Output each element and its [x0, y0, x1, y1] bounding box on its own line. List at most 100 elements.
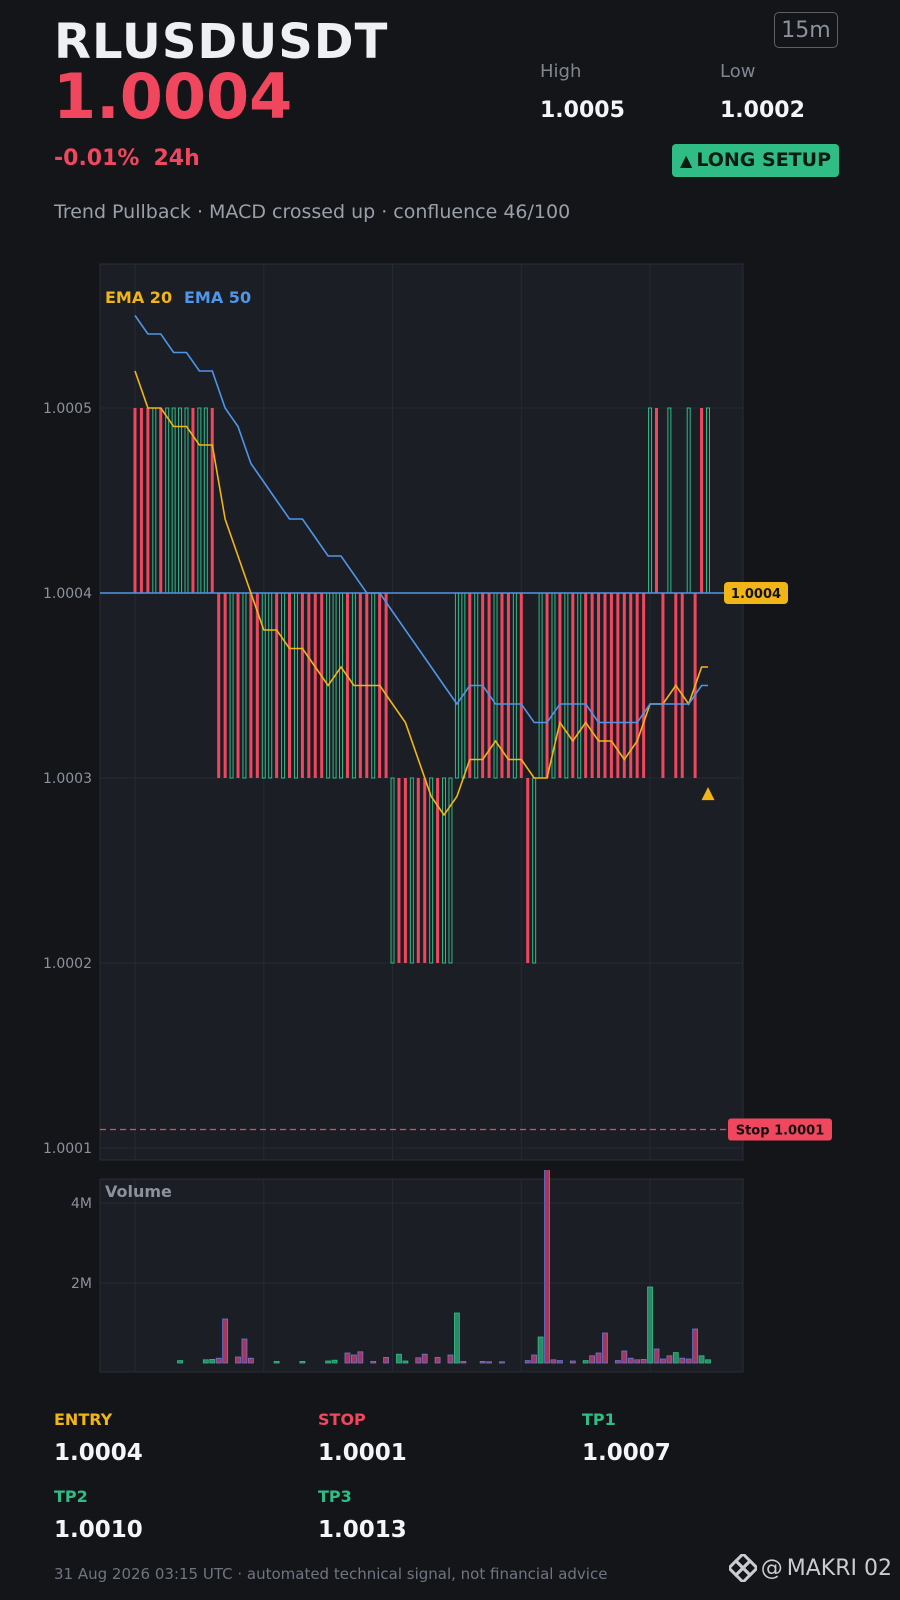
low-value: 1.0002 — [720, 98, 805, 123]
volume-bar-up — [705, 1359, 711, 1364]
price-tick-label: 1.0004 — [43, 586, 92, 602]
price-chart: 1.0001 1.0002 1.0003 1.0004 1.0005 1.0004 Sto… — [43, 263, 832, 1161]
candle-down — [255, 593, 259, 778]
volume-bar-up — [331, 1359, 338, 1364]
timeframe-badge[interactable]: 15m — [774, 12, 838, 48]
volume-bar-down — [383, 1356, 389, 1364]
candle-down — [397, 778, 401, 963]
volume-bar-down — [557, 1360, 563, 1364]
price-tick-label: 1.0003 — [43, 771, 92, 787]
footer-disclaimer: 31 Aug 2026 03:15 UTC · automated techni… — [54, 1565, 608, 1583]
volume-plot-background — [99, 1178, 744, 1373]
volume-tick-label: 4M — [71, 1196, 92, 1212]
volume-bar-down — [640, 1358, 647, 1364]
current-price: 1.0004 — [53, 60, 293, 133]
brand: @ MAKRI 02 — [728, 1554, 892, 1582]
volume-bar-down — [621, 1350, 628, 1364]
volume-bar-down — [666, 1355, 673, 1364]
candle-down — [642, 593, 646, 778]
candle-down — [217, 593, 221, 778]
change-percent: -0.01% — [54, 146, 140, 171]
legend-ema50: EMA 50 — [184, 288, 251, 307]
tp1-label: TP1 — [582, 1410, 616, 1429]
volume-bar-down — [460, 1360, 467, 1364]
volume-bar-down — [215, 1357, 222, 1364]
volume-bar-down — [344, 1352, 351, 1364]
volume-bar-down — [614, 1360, 621, 1364]
candle-down — [597, 593, 601, 778]
price-tick-label: 1.0005 — [43, 401, 92, 417]
volume-bar-down — [692, 1328, 699, 1364]
candle-down — [506, 593, 510, 778]
price-tick-label: 1.0001 — [43, 1141, 92, 1157]
volume-bar-down — [627, 1357, 634, 1364]
candle-down — [249, 593, 253, 778]
volume-bar-down — [235, 1356, 241, 1364]
candle-down — [159, 408, 163, 593]
candle-down — [320, 593, 324, 778]
low-label: Low — [720, 61, 756, 82]
volume-bar-down — [685, 1358, 692, 1364]
volume-bar-up — [209, 1358, 216, 1364]
candle-down — [133, 408, 137, 593]
diamond-logo-icon — [728, 1554, 757, 1582]
volume-bar-up — [177, 1360, 183, 1364]
tp2-value: 1.0010 — [54, 1517, 143, 1543]
legend-ema20: EMA 20 — [105, 288, 172, 307]
volume-bar-up — [202, 1359, 209, 1364]
volume-bar-down — [660, 1358, 666, 1364]
candle-down — [313, 593, 317, 778]
volume-bar-up — [273, 1360, 280, 1364]
stop-tag-label: Stop 1.0001 — [736, 1124, 825, 1139]
tp3-label: TP3 — [318, 1487, 352, 1506]
candle-down — [139, 408, 143, 593]
volume-bar-down — [479, 1360, 486, 1364]
volume-bar-down — [589, 1355, 596, 1364]
volume-bar-down — [499, 1361, 505, 1364]
change-period: 24h — [153, 146, 200, 171]
volume-bar-down — [679, 1357, 686, 1364]
price-tag-label: 1.0004 — [731, 587, 781, 602]
high-value: 1.0005 — [540, 98, 625, 123]
volume-bar-down — [447, 1354, 454, 1364]
candle-down — [146, 408, 150, 593]
candle-down — [384, 593, 388, 778]
volume-bar-up — [647, 1286, 653, 1364]
candle-down — [571, 593, 575, 778]
volume-bar-down — [634, 1359, 641, 1364]
price-change: -0.01% 24h — [54, 146, 200, 171]
candle-down — [584, 593, 588, 778]
entry-marker-icon: ▲ — [701, 783, 715, 803]
brand-name: MAKRI 02 — [786, 1555, 892, 1581]
candle-down — [423, 778, 427, 963]
volume-bar-down — [550, 1359, 557, 1364]
volume-bar-down — [434, 1356, 441, 1364]
signal-label: LONG SETUP — [696, 149, 831, 171]
tp2-label: TP2 — [54, 1487, 88, 1506]
volume-bar-down — [486, 1361, 493, 1364]
candle-down — [416, 778, 420, 963]
volume-bar-down — [531, 1354, 538, 1364]
candle-down — [609, 593, 613, 778]
candle-down — [519, 593, 523, 778]
entry-label: ENTRY — [54, 1410, 113, 1429]
stop-label: STOP — [318, 1410, 366, 1429]
candle-down — [654, 408, 658, 593]
volume-tick-label: 2M — [71, 1276, 92, 1292]
candle-down — [307, 593, 311, 778]
volume-bar-down — [569, 1360, 576, 1364]
candle-down — [622, 593, 626, 778]
volume-title: Volume — [105, 1182, 172, 1201]
candle-down — [345, 593, 349, 778]
volume-bar-down — [653, 1348, 660, 1364]
candle-down — [403, 778, 407, 963]
volume-bar-down — [357, 1351, 364, 1364]
candle-down — [545, 593, 549, 778]
volume-bar-down — [222, 1318, 229, 1364]
volume-bar-up — [299, 1360, 306, 1364]
tp1-value: 1.0007 — [582, 1440, 671, 1466]
volume-bar-up — [582, 1360, 589, 1364]
volume-bar-up — [402, 1360, 409, 1364]
volume-bar-up — [698, 1355, 705, 1364]
stop-value: 1.0001 — [318, 1440, 407, 1466]
